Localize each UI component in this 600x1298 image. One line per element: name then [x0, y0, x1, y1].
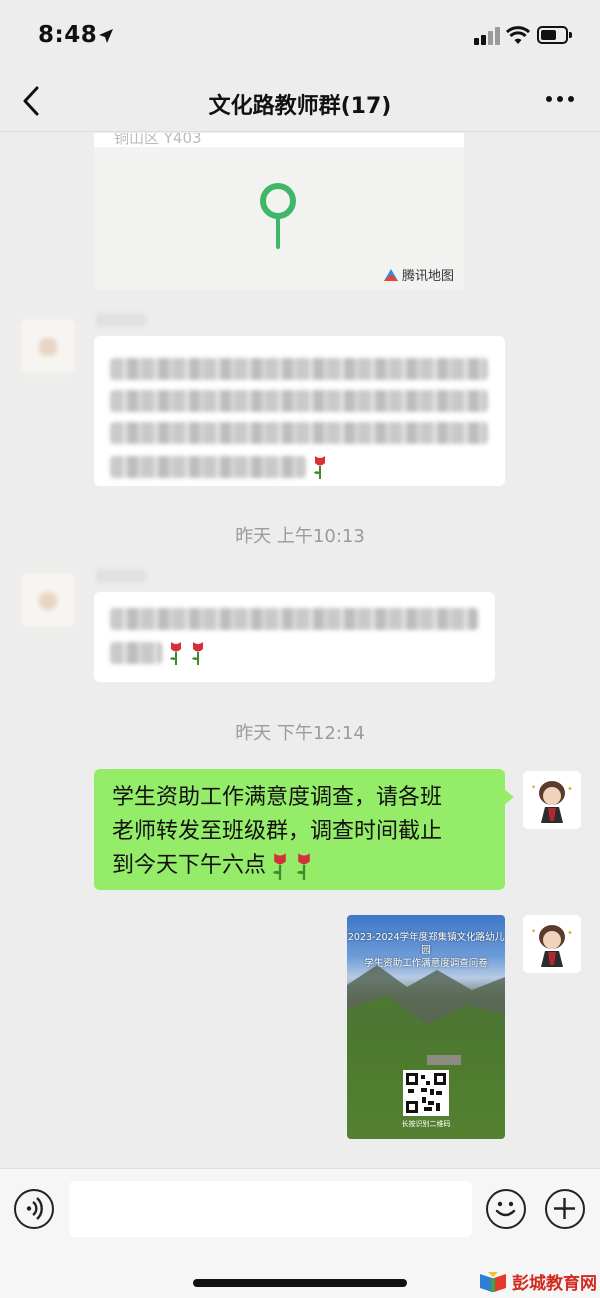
- chat-header: 文化路教师群(17): [0, 70, 600, 132]
- timestamp: 昨天 上午10:13: [235, 526, 365, 547]
- redacted-text: [110, 608, 478, 630]
- rose-emoji-icon: [273, 853, 286, 880]
- svg-text:✦: ✦: [531, 784, 536, 791]
- chat-title: 文化路教师群(17): [208, 94, 392, 119]
- map-pin-icon: [260, 183, 296, 249]
- more-functions-button[interactable]: [545, 1189, 585, 1229]
- sender-name-redacted: [96, 569, 146, 583]
- redacted-text: [110, 422, 488, 444]
- watermark-text: 彭城教育网: [512, 1274, 597, 1293]
- avatar[interactable]: [22, 320, 74, 372]
- voice-icon: [26, 1197, 43, 1220]
- rose-emoji-icon: [192, 642, 203, 665]
- avatar[interactable]: [22, 574, 74, 626]
- my-avatar[interactable]: ✦ ✦: [523, 771, 581, 829]
- location-card[interactable]: 铜山区 Y403 腾讯地图: [94, 133, 464, 290]
- more-options-icon[interactable]: [544, 96, 576, 106]
- my-avatar[interactable]: ✦ ✦: [523, 915, 581, 973]
- poster-caption: 长按识别二维码: [401, 1120, 451, 1128]
- cartoon-avatar-icon: ✦ ✦: [531, 781, 573, 823]
- qr-code-icon: [406, 1073, 446, 1113]
- qr-code[interactable]: [403, 1070, 449, 1116]
- smiley-icon: [495, 1201, 516, 1217]
- wifi-icon: [506, 26, 530, 44]
- watermark: 彭城教育网: [478, 1269, 597, 1294]
- redacted-text: [110, 390, 488, 412]
- cartoon-avatar-icon: ✦ ✦: [531, 925, 573, 967]
- map-provider-name: 腾讯地图: [401, 269, 454, 284]
- message-text-line: 学生资助工作满意度调查，请各班: [112, 785, 443, 810]
- sent-image-poster[interactable]: 2023-2024学年度郑集镇文化路幼儿园 学生资助工作满意度调查问卷 长按识别…: [347, 915, 505, 1139]
- plus-icon: [554, 1198, 575, 1219]
- rose-emoji-icon: [170, 642, 181, 665]
- watermark-book-icon: [480, 1271, 506, 1292]
- map-provider-logo: 腾讯地图: [383, 265, 454, 284]
- tencent-map-icon: [383, 268, 398, 281]
- message-bubble-redacted[interactable]: [94, 592, 495, 682]
- rose-emoji-icon: [297, 853, 310, 880]
- location-address: 铜山区 Y403: [114, 133, 202, 147]
- status-time: 8:48: [38, 22, 98, 48]
- message-input[interactable]: [69, 1181, 472, 1237]
- home-indicator[interactable]: [193, 1279, 407, 1287]
- cellular-signal-icon: [474, 27, 500, 45]
- timestamp: 昨天 下午12:14: [235, 723, 365, 744]
- message-text-line: 到今天下午六点: [112, 853, 267, 878]
- redacted-text: [110, 456, 306, 478]
- redacted-text: [110, 358, 488, 380]
- redacted-text: [110, 642, 162, 664]
- rose-emoji-icon: [314, 456, 325, 479]
- location-arrow-icon: [99, 29, 113, 43]
- voice-input-button[interactable]: [14, 1189, 54, 1229]
- svg-text:✦: ✦: [567, 785, 573, 793]
- status-bar: 8:48: [0, 0, 600, 70]
- sender-name-redacted: [96, 313, 146, 327]
- battery-icon: [537, 26, 572, 44]
- input-bar: 彭城教育网: [0, 1168, 600, 1298]
- svg-text:✦: ✦: [531, 928, 536, 935]
- message-bubble-redacted[interactable]: [94, 336, 505, 486]
- message-list[interactable]: 铜山区 Y403 腾讯地图 昨天 上午10:13 昨天 下午12:14 学生资助…: [0, 133, 600, 1168]
- emoji-button[interactable]: [486, 1189, 526, 1229]
- message-text-line: 老师转发至班级群，调查时间截止: [112, 819, 443, 844]
- sent-message-bubble[interactable]: 学生资助工作满意度调查，请各班 老师转发至班级群，调查时间截止 到今天下午六点: [94, 769, 514, 890]
- map-preview: 腾讯地图: [94, 147, 464, 290]
- svg-text:✦: ✦: [567, 929, 573, 937]
